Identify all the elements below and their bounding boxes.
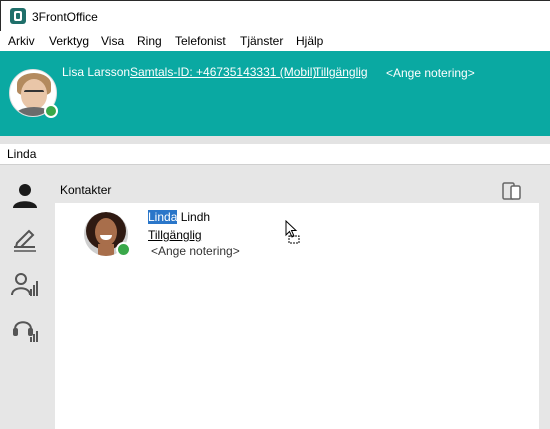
contact-name-rest: Lindh <box>177 210 211 224</box>
menu-verktyg[interactable]: Verktyg <box>49 34 89 48</box>
window-titlebar: 3FrontOffice <box>0 0 550 31</box>
devices-icon[interactable] <box>501 179 523 201</box>
session-id-link[interactable]: Samtals-ID: +46735143331 (Mobil) <box>130 65 316 79</box>
user-status-link[interactable]: Tillgänglig <box>314 65 368 79</box>
contact-name-match: Linda <box>148 210 178 224</box>
user-status-indicator <box>44 104 58 118</box>
headset-stats-icon[interactable] <box>11 315 39 343</box>
contact-avatar[interactable] <box>84 212 131 257</box>
contact-note[interactable]: <Ange notering> <box>151 244 240 258</box>
menu-visa[interactable]: Visa <box>101 34 124 48</box>
user-avatar[interactable] <box>9 69 58 118</box>
app-logo-icon <box>10 8 26 24</box>
user-name: Lisa Larsson <box>62 65 131 79</box>
contact-status-link[interactable]: Tillgänglig <box>148 228 202 242</box>
signature-pen-icon[interactable] <box>11 225 39 253</box>
user-note[interactable]: <Ange notering> <box>386 66 475 80</box>
header-divider <box>0 136 550 144</box>
menu-bar: Arkiv Verktyg Visa Ring Telefonist Tjäns… <box>0 31 550 51</box>
drag-cursor-icon <box>285 219 301 244</box>
contact-name[interactable]: Linda Lindh <box>148 210 210 224</box>
menu-tjanster[interactable]: Tjänster <box>240 34 283 48</box>
search-bar <box>0 144 550 165</box>
menu-telefonist[interactable]: Telefonist <box>175 34 226 48</box>
window-title: 3FrontOffice <box>32 10 98 24</box>
scrollbar-track[interactable] <box>539 203 550 429</box>
user-header: Lisa Larsson Samtals-ID: +46735143331 (M… <box>0 51 550 136</box>
sidebar <box>0 165 55 429</box>
person-icon[interactable] <box>11 181 39 209</box>
contact-status-indicator <box>116 242 131 257</box>
menu-arkiv[interactable]: Arkiv <box>8 34 35 48</box>
contacts-title: Kontakter <box>60 183 112 197</box>
search-input[interactable] <box>0 144 550 164</box>
group-stats-icon[interactable] <box>11 271 39 299</box>
menu-ring[interactable]: Ring <box>137 34 162 48</box>
menu-hjalp[interactable]: Hjälp <box>296 34 323 48</box>
contacts-header: Kontakter <box>55 165 550 203</box>
